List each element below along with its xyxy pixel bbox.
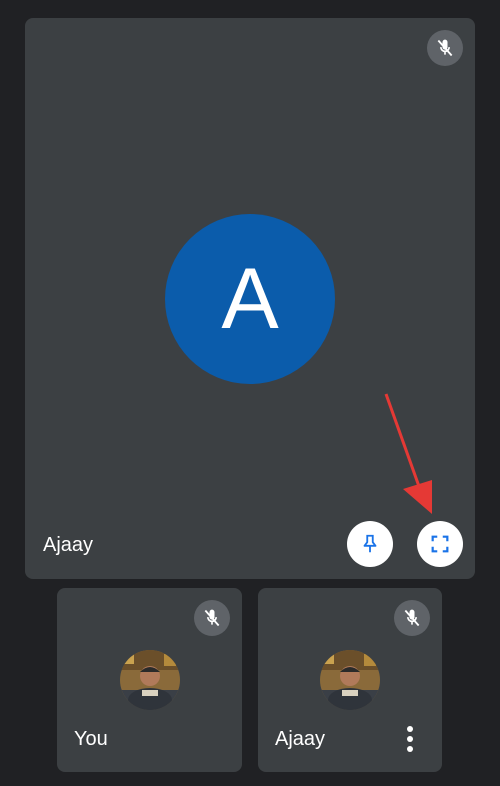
avatar: A <box>165 214 335 384</box>
self-participant-tile[interactable]: You <box>57 588 242 772</box>
pin-button[interactable] <box>347 521 393 567</box>
avatar-letter: A <box>221 250 279 347</box>
pin-icon <box>363 534 377 553</box>
more-vert-icon-dot <box>407 736 413 742</box>
participant-name: You <box>74 728 108 750</box>
more-vert-icon-dot <box>407 746 413 752</box>
participant-tile[interactable]: Ajaay <box>258 588 442 772</box>
avatar <box>120 650 180 710</box>
participant-name: Ajaay <box>43 534 94 556</box>
more-vert-icon <box>407 726 413 732</box>
mic-off-icon <box>427 30 463 66</box>
fullscreen-icon <box>431 535 449 553</box>
more-options-button[interactable] <box>404 726 416 752</box>
mic-off-icon <box>394 600 430 636</box>
mic-off-icon <box>194 600 230 636</box>
participant-name: Ajaay <box>275 728 326 750</box>
fullscreen-button[interactable] <box>417 521 463 567</box>
avatar <box>320 650 380 710</box>
main-participant-tile[interactable]: A Ajaay <box>25 18 475 579</box>
